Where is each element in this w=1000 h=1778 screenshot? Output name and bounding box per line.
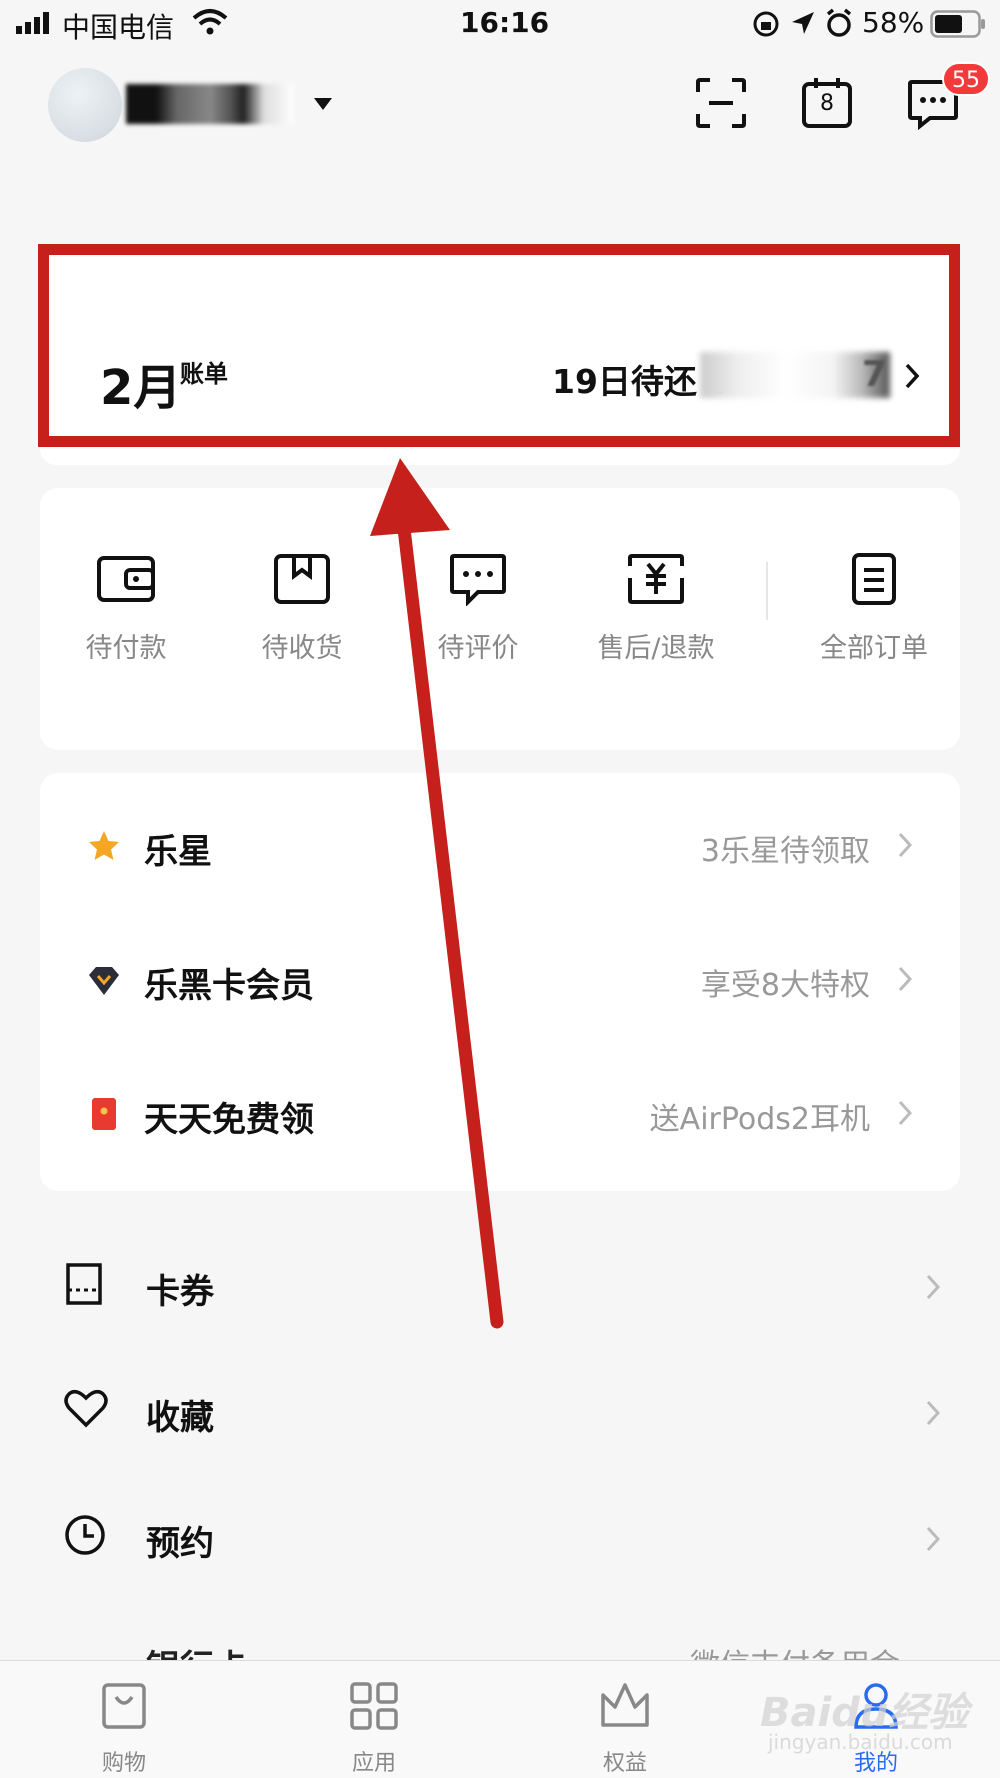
watermark-url: jingyan.baidu.com: [768, 1730, 953, 1754]
tab-label: 应用: [351, 1751, 396, 1776]
shopping-bag-icon: [102, 1683, 146, 1729]
tab-shopping[interactable]: 购物: [64, 1681, 184, 1777]
tab-label: 权益: [602, 1751, 647, 1776]
crown-icon: [601, 1683, 649, 1727]
apps-grid-icon: [350, 1682, 398, 1730]
annotation-arrow: [370, 458, 504, 1329]
tab-apps[interactable]: 应用: [314, 1681, 434, 1777]
tab-benefits[interactable]: 权益: [565, 1681, 685, 1777]
tab-label: 购物: [101, 1751, 146, 1776]
